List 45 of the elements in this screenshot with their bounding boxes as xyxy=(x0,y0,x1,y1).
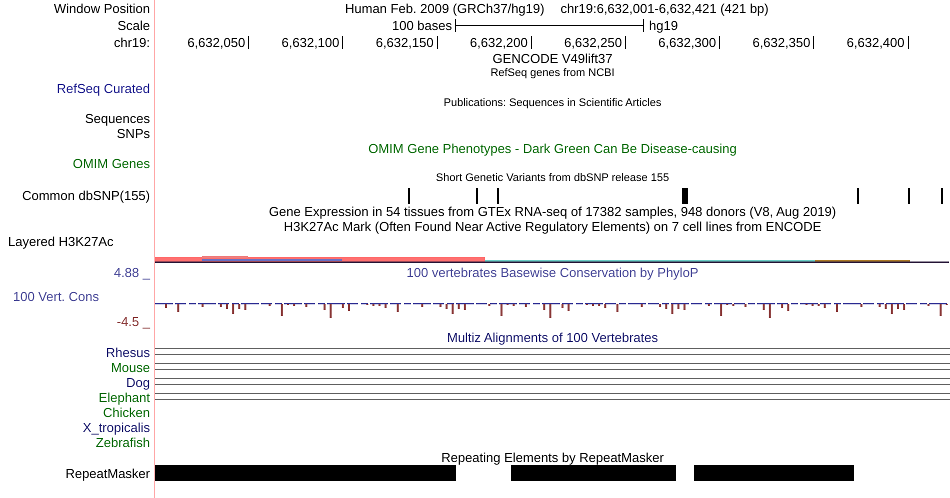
position-text: chr19:6,632,001-6,632,421 (421 bp) xyxy=(560,2,769,15)
track-title: Repeating Elements by RepeatMasker xyxy=(441,451,664,464)
track-title: H3K27Ac Mark (Often Found Near Active Regulatory Elements) on 7 cell lines from ENCODE xyxy=(284,220,822,233)
track-title: 100 vertebrates Basewise Conservation by PhyloP xyxy=(406,266,698,278)
track-title: Multiz Alignments of 100 Vertebrates xyxy=(446,331,658,344)
snp-mark[interactable] xyxy=(497,188,499,204)
track-label[interactable]: Dog xyxy=(126,376,150,389)
track-title: Short Genetic Variants from dbSNP release 155 xyxy=(436,173,670,184)
ruler-tick: 6,632,200 xyxy=(438,36,532,49)
track-label[interactable]: Mouse xyxy=(110,361,150,374)
track-label[interactable]: 100 Vert. Cons xyxy=(13,290,99,302)
repeat-element[interactable] xyxy=(694,465,854,481)
track-label[interactable]: OMIM Genes xyxy=(72,157,150,170)
track-label[interactable]: Common dbSNP(155) xyxy=(22,188,150,202)
axis-min-label: -4.5 _ xyxy=(116,314,150,328)
snp-mark[interactable] xyxy=(908,188,910,204)
track-label[interactable]: Zebrafish xyxy=(96,436,150,449)
snp-mark[interactable] xyxy=(941,188,943,204)
track-label[interactable]: Rhesus xyxy=(106,346,150,359)
snp-mark[interactable] xyxy=(476,188,478,204)
track-label[interactable]: X_tropicalis xyxy=(82,421,150,434)
track-label[interactable]: chr19: xyxy=(114,36,150,49)
repeat-element[interactable] xyxy=(155,465,456,481)
assembly-label: hg19 xyxy=(649,19,678,32)
track-label[interactable]: Layered H3K27Ac xyxy=(8,234,114,248)
repeat-element[interactable] xyxy=(511,465,676,481)
assembly-name: Human Feb. 2009 (GRCh37/hg19) xyxy=(345,2,544,15)
track-label[interactable]: SNPs xyxy=(116,127,150,140)
track-label[interactable]: Elephant xyxy=(98,391,150,404)
track-title: Publications: Sequences in Scientific Articles xyxy=(444,98,662,109)
scale-text: 100 bases xyxy=(392,19,452,32)
track-label[interactable]: Sequences xyxy=(84,112,150,125)
track-label[interactable]: RefSeq Curated xyxy=(56,82,150,95)
snp-mark[interactable] xyxy=(682,188,688,204)
axis-max-label: 4.88 _ xyxy=(114,266,150,278)
track-label[interactable]: Chicken xyxy=(103,406,150,419)
track-label[interactable]: Window Position xyxy=(54,2,150,15)
track-title: GENCODE V49lift37 xyxy=(492,52,612,65)
track-title: OMIM Gene Phenotypes - Dark Green Can Be Disease-causing xyxy=(368,142,737,155)
snp-mark[interactable] xyxy=(408,188,410,204)
track-title: Gene Expression in 54 tissues from GTEx RNA-seq of 17382 samples, 948 donors (V8, Aug 2019) xyxy=(268,205,836,218)
track-title: RefSeq genes from NCBI xyxy=(490,68,615,79)
snp-mark[interactable] xyxy=(857,188,859,204)
track-label[interactable]: Scale xyxy=(117,19,150,32)
track-label[interactable]: RepeatMasker xyxy=(65,467,150,480)
